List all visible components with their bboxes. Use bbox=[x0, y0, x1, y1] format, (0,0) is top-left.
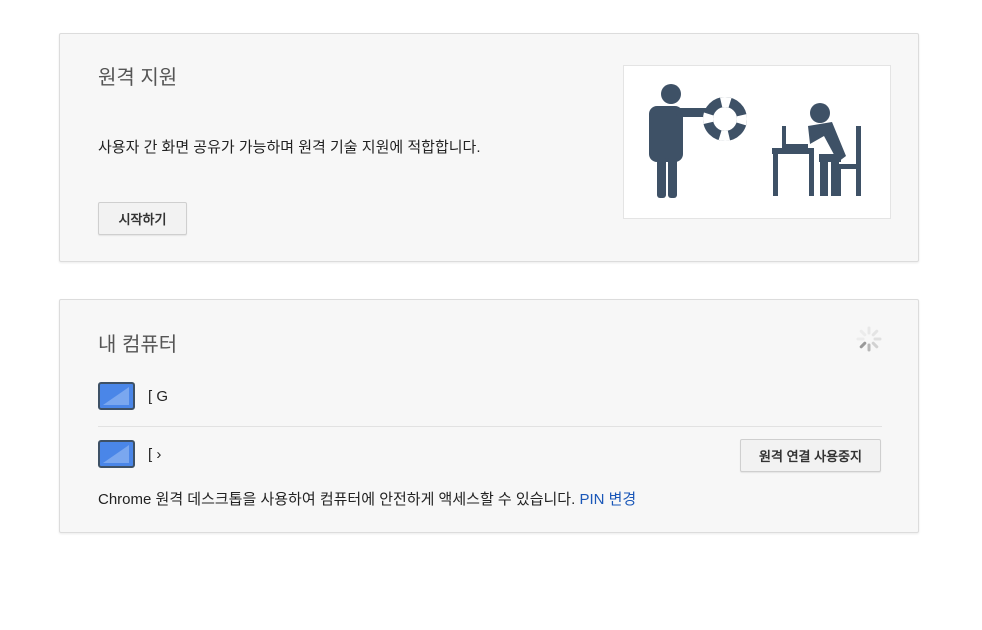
host-name[interactable]: [ › bbox=[148, 446, 308, 463]
monitor-icon bbox=[98, 382, 135, 410]
remote-support-card: 원격 지원 사용자 간 화면 공유가 가능하며 원격 기술 지원에 적합합니다.… bbox=[59, 33, 919, 262]
host-row[interactable]: [ › 원격 연결 사용중지 bbox=[98, 434, 882, 482]
host-row[interactable]: [ G bbox=[98, 376, 882, 427]
start-button[interactable]: 시작하기 bbox=[98, 202, 187, 235]
change-pin-link[interactable]: PIN 변경 bbox=[579, 491, 636, 508]
monitor-icon bbox=[98, 440, 135, 468]
footer-text: Chrome 원격 데스크톱을 사용하여 컴퓨터에 안전하게 액세스할 수 있습… bbox=[98, 491, 580, 508]
remote-support-title: 원격 지원 bbox=[98, 67, 178, 89]
host-name[interactable]: [ G bbox=[148, 388, 308, 405]
disable-remote-connections-button[interactable]: 원격 연결 사용중지 bbox=[740, 439, 881, 472]
remote-support-description: 사용자 간 화면 공유가 가능하며 원격 기술 지원에 적합합니다. bbox=[98, 139, 481, 156]
my-computers-card: 내 컴퓨터 [ G [› 원격 연결 사용중지 Chrome 원격 데스크톱을… bbox=[59, 299, 919, 533]
loading-spinner-icon bbox=[856, 326, 882, 352]
support-lifebuoy-illustration-icon bbox=[649, 84, 861, 198]
footer-note: Chrome 원격 데스크톱을 사용하여 컴퓨터에 안전하게 액세스할 수 있습… bbox=[98, 488, 636, 509]
my-computers-title: 내 컴퓨터 bbox=[98, 334, 178, 356]
support-illustration bbox=[623, 65, 891, 219]
